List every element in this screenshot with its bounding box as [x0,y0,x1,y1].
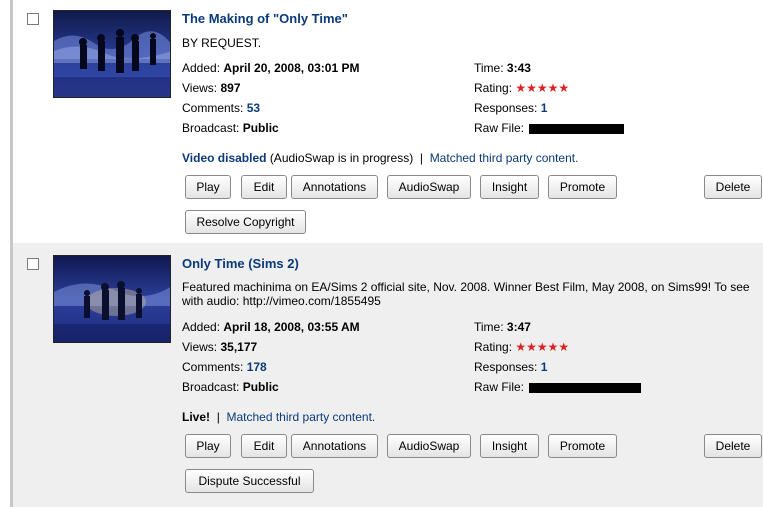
status-separator: | [216,410,220,424]
views-field: Views: 35,177 [182,340,257,354]
broadcast-field: Broadcast: Public [182,380,279,394]
video-row: The Making of "Only Time" BY REQUEST. Ad… [13,0,763,243]
audioswap-button[interactable]: AudioSwap [387,434,471,458]
edit-button[interactable]: Edit [241,434,287,458]
added-value: April 20, 2008, 03:01 PM [223,61,360,75]
rating-stars-icon: ★★★★★ [515,340,570,354]
promote-button[interactable]: Promote [548,434,617,458]
responses-field: Responses: 1 [474,360,547,374]
views-field: Views: 897 [182,81,241,95]
select-checkbox[interactable] [27,13,39,25]
time-field: Time: 3:47 [474,320,531,334]
rating-stars-icon: ★★★★★ [515,81,570,95]
video-description: Featured machinima on EA/Sims 2 official… [182,280,750,294]
time-label: Time: [474,320,504,334]
video-status: Video disabled (AudioSwap is in progress… [182,151,578,165]
delete-button[interactable]: Delete [704,434,762,458]
delete-button[interactable]: Delete [704,175,762,199]
annotations-button[interactable]: Annotations [291,175,378,199]
redacted-filename [529,123,625,134]
views-value: 897 [220,81,241,95]
annotations-button[interactable]: Annotations [291,434,378,458]
added-value: April 18, 2008, 03:55 AM [223,320,360,334]
broadcast-value: Public [242,380,279,394]
select-checkbox[interactable] [27,258,39,270]
rating-field: Rating: ★★★★★ [474,81,569,95]
play-button[interactable]: Play [185,175,231,199]
responses-link[interactable]: 1 [541,101,548,115]
video-title-link[interactable]: The Making of "Only Time" [182,11,348,26]
responses-link[interactable]: 1 [541,360,548,374]
video-description: BY REQUEST. [182,36,262,50]
added-field: Added: April 20, 2008, 03:01 PM [182,61,359,75]
views-label: Views: [182,340,218,354]
rating-label: Rating: [474,340,513,354]
status-main: Video disabled [182,151,267,165]
comments-label: Comments: [182,101,244,115]
video-description-line2: with audio: http://vimeo.com/1855495 [182,294,381,308]
edit-button[interactable]: Edit [241,175,287,199]
video-status: Live! | Matched third party content. [182,410,375,424]
broadcast-field: Broadcast: Public [182,121,279,135]
added-label: Added: [182,320,221,334]
views-value: 35,177 [220,340,258,354]
promote-button[interactable]: Promote [548,175,617,199]
broadcast-label: Broadcast: [182,121,240,135]
time-value: 3:47 [506,320,531,334]
video-thumbnail[interactable] [53,10,171,98]
responses-field: Responses: 1 [474,101,547,115]
comments-link[interactable]: 53 [247,101,260,115]
matched-content-link[interactable]: Matched third party content. [430,151,579,165]
video-title-link[interactable]: Only Time (Sims 2) [182,256,299,271]
comments-field: Comments: 53 [182,101,260,115]
views-label: Views: [182,81,218,95]
matched-content-link[interactable]: Matched third party content. [226,410,375,424]
insight-button[interactable]: Insight [480,434,539,458]
rawfile-field: Raw File: [474,380,642,394]
comments-field: Comments: 178 [182,360,267,374]
status-detail: (AudioSwap is in progress) [269,151,414,165]
dispute-successful-button[interactable]: Dispute Successful [185,469,314,493]
status-main: Live! [182,410,211,424]
resolve-copyright-button[interactable]: Resolve Copyright [185,210,306,234]
play-button[interactable]: Play [185,434,231,458]
video-row: Only Time (Sims 2) Featured machinima on… [13,243,763,507]
comments-link[interactable]: 178 [247,360,267,374]
rating-field: Rating: ★★★★★ [474,340,569,354]
audioswap-button[interactable]: AudioSwap [387,175,471,199]
rawfile-label: Raw File: [474,121,525,135]
status-separator: | [419,151,424,165]
insight-button[interactable]: Insight [480,175,539,199]
comments-label: Comments: [182,360,244,374]
broadcast-label: Broadcast: [182,380,240,394]
added-field: Added: April 18, 2008, 03:55 AM [182,320,360,334]
time-label: Time: [474,61,504,75]
video-thumbnail[interactable] [53,255,171,343]
thumbnail-image [54,256,170,342]
rating-label: Rating: [474,81,513,95]
responses-label: Responses: [474,101,538,115]
added-label: Added: [182,61,221,75]
responses-label: Responses: [474,360,538,374]
rawfile-field: Raw File: [474,121,625,135]
rawfile-label: Raw File: [474,380,525,394]
redacted-filename [529,382,642,393]
time-value: 3:43 [506,61,531,75]
broadcast-value: Public [242,121,279,135]
thumbnail-image [54,11,170,97]
time-field: Time: 3:43 [474,61,531,75]
